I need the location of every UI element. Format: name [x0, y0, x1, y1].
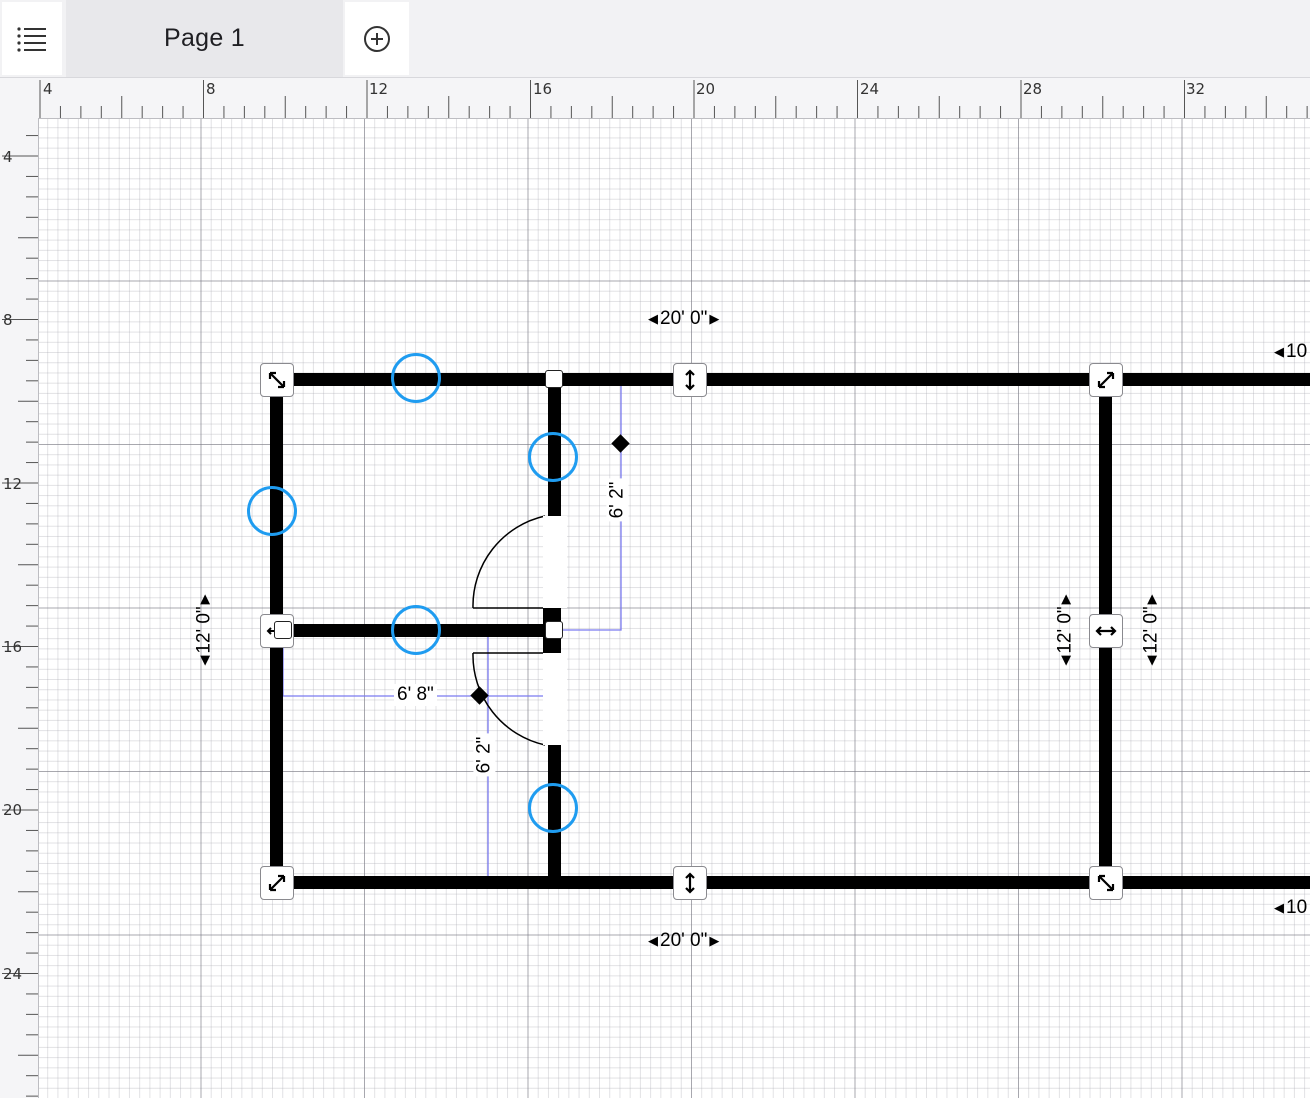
lower-door-measure-label: 6' 2" — [473, 733, 496, 777]
tab-label: Page 1 — [163, 24, 246, 52]
top-width-dimension[interactable]: ◀ 20' 0" ▶ — [648, 308, 719, 330]
ruler-label: 12 — [369, 80, 389, 98]
left-arrow-icon: ◀ — [1274, 344, 1284, 359]
ruler-label: 16 — [533, 80, 553, 98]
resize-handle-bottom-right[interactable] — [1089, 866, 1123, 900]
tab-bar: Page 1 — [0, 0, 1310, 78]
plus-circle-icon — [364, 25, 390, 52]
bottom-wall[interactable] — [276, 876, 1310, 889]
left-arrow-icon: ◀ — [1143, 655, 1159, 666]
upper-door-arc — [472, 515, 546, 609]
ruler-label: 8 — [206, 80, 216, 98]
right-inner-height-dimension[interactable]: ◀ 12' 0" ▶ — [1055, 594, 1077, 665]
dimension-value: 10 — [1286, 897, 1308, 918]
diagonal-resize-icon — [268, 874, 286, 892]
diagonal-resize-icon — [1097, 874, 1115, 892]
partition-measure-label: 6' 8" — [394, 684, 437, 706]
pages-menu-button[interactable] — [2, 2, 62, 75]
dimension-value: 20' 0" — [660, 308, 708, 329]
wall-midpoint-highlight[interactable] — [247, 486, 297, 536]
ruler-label: 20 — [696, 80, 716, 98]
vertical-resize-icon — [685, 369, 695, 391]
resize-handle-bottom-left[interactable] — [260, 866, 294, 900]
list-icon — [17, 26, 46, 52]
vertical-ruler[interactable]: 4 8 12 16 20 24 — [0, 118, 39, 1098]
ruler-corner — [0, 78, 38, 118]
dimension-value: 10 — [1286, 341, 1308, 362]
ruler-ticks — [39, 80, 1308, 118]
right-bottom-partial-dimension[interactable]: ◀ 10 — [1274, 897, 1307, 919]
left-arrow-icon: ◀ — [648, 933, 658, 948]
ruler-label: 28 — [1023, 80, 1043, 98]
right-arrow-icon: ▶ — [1143, 594, 1159, 605]
resize-handle-top-left[interactable] — [260, 363, 294, 397]
ruler-label: 32 — [1186, 80, 1206, 98]
resize-handle-right[interactable] — [1089, 614, 1123, 648]
right-arrow-icon: ▶ — [709, 311, 720, 326]
wall-midpoint-highlight[interactable] — [391, 353, 441, 403]
dimension-value: 12' 0" — [1140, 606, 1162, 654]
left-arrow-icon: ◀ — [196, 655, 212, 666]
right-arrow-icon: ▶ — [1057, 594, 1073, 605]
resize-handle-bottom[interactable] — [673, 866, 707, 900]
wall-junction-node[interactable] — [274, 621, 292, 639]
drawing-canvas[interactable]: 6' 2" 6' 8" 6' 2" ◀ 20' 0" ▶ ◀ 20' 0" ▶ … — [39, 119, 1310, 1098]
horizontal-ruler[interactable]: 4 8 12 16 20 24 28 32 — [38, 78, 1310, 119]
ruler-label: 24 — [3, 965, 23, 983]
lower-door-opening[interactable] — [543, 653, 567, 745]
wall-midpoint-highlight[interactable] — [391, 605, 441, 655]
ruler-label: 4 — [3, 148, 13, 166]
right-top-partial-dimension[interactable]: ◀ 10 — [1274, 341, 1307, 363]
dimension-value: 20' 0" — [660, 930, 708, 951]
ruler-label: 20 — [3, 801, 23, 819]
upper-door-opening[interactable] — [543, 516, 567, 608]
right-arrow-icon: ▶ — [709, 933, 720, 948]
ruler-label: 16 — [3, 638, 23, 656]
left-arrow-icon: ◀ — [648, 311, 658, 326]
right-outer-height-dimension[interactable]: ◀ 12' 0" ▶ — [1141, 594, 1163, 665]
ruler-label: 24 — [860, 80, 880, 98]
left-arrow-icon: ◀ — [1274, 900, 1284, 915]
ruler-ticks — [2, 135, 38, 1097]
left-arrow-icon: ◀ — [1057, 655, 1073, 666]
tab-page-1[interactable]: Page 1 — [66, 0, 343, 77]
diagonal-resize-icon — [1097, 371, 1115, 389]
dimension-value: 12' 0" — [1054, 606, 1076, 654]
ruler-label: 12 — [3, 475, 23, 493]
lower-door-measure-line — [487, 630, 539, 883]
horizontal-resize-icon — [1095, 626, 1117, 636]
ruler-label: 4 — [43, 80, 53, 98]
resize-handle-top[interactable] — [673, 363, 707, 397]
wall-junction-node[interactable] — [545, 370, 563, 388]
upper-door-measure-label: 6' 2" — [606, 478, 629, 522]
dimension-value: 12' 0" — [193, 606, 215, 654]
bottom-width-dimension[interactable]: ◀ 20' 0" ▶ — [648, 930, 719, 952]
resize-handle-top-right[interactable] — [1089, 363, 1123, 397]
wall-midpoint-highlight[interactable] — [528, 432, 578, 482]
vertical-resize-icon — [685, 872, 695, 894]
wall-midpoint-highlight[interactable] — [528, 783, 578, 833]
diagonal-resize-icon — [268, 371, 286, 389]
wall-junction-node[interactable] — [545, 621, 563, 639]
ruler-label: 8 — [3, 311, 13, 329]
right-arrow-icon: ▶ — [196, 594, 212, 605]
add-page-button[interactable] — [345, 2, 409, 75]
left-height-dimension[interactable]: ◀ 12' 0" ▶ — [194, 594, 216, 665]
